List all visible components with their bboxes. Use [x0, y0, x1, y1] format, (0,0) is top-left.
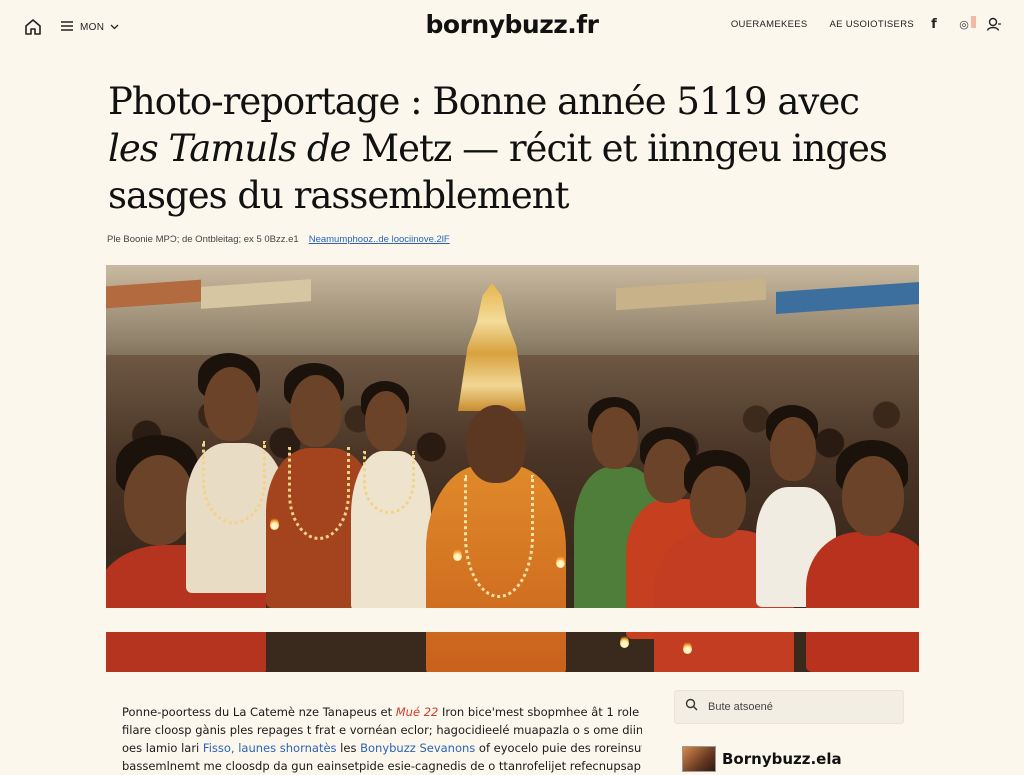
- title-line-3: sasges du rassemblement: [108, 174, 569, 217]
- lamp-flame: [270, 517, 279, 530]
- article-title: Photo-reportage : Bonne année 5119 avec …: [108, 78, 928, 219]
- chevron-down-icon: [110, 22, 119, 33]
- header-nav: OUERAMEKEES AE USOIOTISERS: [731, 19, 914, 30]
- menu-label: MON: [80, 21, 105, 33]
- article-body: Ponne-poortess du La Catemè nze Tanapeus…: [122, 703, 642, 775]
- top-bar: MON bornybuzz.fr OUERAMEKEES AE USOIOTIS…: [0, 0, 1024, 54]
- sidebar-brand-name: Bornybuzz.ela: [722, 750, 842, 768]
- highlight-date: Mué 22: [395, 705, 439, 719]
- title-line-2-italic: les Tamuls de: [108, 127, 351, 170]
- text-run: of eyocelo puie des roreinsut: [475, 741, 642, 755]
- nav-link-2[interactable]: AE USOIOTISERS: [830, 19, 914, 30]
- lamp-flame: [453, 548, 462, 561]
- home-icon[interactable]: [22, 16, 44, 38]
- text-run: Ponne-poortess du La Catemè nze Tanapeus…: [122, 705, 396, 719]
- title-line-1: Photo-reportage : Bonne année 5119 avec: [108, 80, 860, 123]
- article-paragraph-line: Ponne-poortess du La Catemè nze Tanapeus…: [122, 703, 642, 721]
- byline-link[interactable]: Neamumphooz..de loociinove.2lF: [309, 234, 450, 245]
- lamp-flame: [683, 641, 692, 654]
- article-paragraph-line: filare cloosp gànis ples repages t frat …: [122, 721, 642, 739]
- instagram-icon[interactable]: ◎: [956, 15, 976, 33]
- hamburger-icon: [60, 20, 74, 35]
- inline-link[interactable]: launes shornatès: [238, 741, 336, 755]
- sidebar-brand[interactable]: Bornybuzz.ela: [682, 746, 842, 772]
- user-icon[interactable]: [986, 15, 1002, 33]
- text-run: bassemlnemt me cloosdp da gun eainsetpid…: [122, 759, 642, 773]
- text-run: filare cloosp gànis ples repages t frat …: [122, 723, 642, 737]
- menu-button[interactable]: MON: [60, 16, 119, 38]
- text-run: oes lamio lari: [122, 741, 203, 755]
- facebook-icon[interactable]: f: [926, 15, 942, 33]
- inline-link[interactable]: Fisso,: [203, 741, 235, 755]
- search-icon: [685, 698, 698, 716]
- byline: Ple Boonie MPϽ; de Ontbleitag; ex 5 0Bzz…: [107, 234, 450, 245]
- text-run: les: [336, 741, 361, 755]
- byline-text: Ple Boonie MPϽ; de Ontbleitag; ex 5 0Bzz…: [107, 234, 299, 245]
- article-paragraph-line: oes lamio lari Fisso, launes shornatès l…: [122, 739, 642, 757]
- site-logo[interactable]: bornybuzz.fr: [426, 10, 600, 39]
- lamp-flame: [620, 635, 629, 648]
- social-links: f ◎: [926, 15, 1002, 33]
- sidebar-search[interactable]: [674, 690, 904, 724]
- hero-image: [106, 265, 919, 672]
- inline-link[interactable]: Bonybuzz Sevanons: [360, 741, 475, 755]
- lamp-flame: [556, 555, 565, 568]
- search-input[interactable]: [706, 700, 890, 714]
- text-run: Iron bice'mest sbopmhee ât 1 role: [438, 705, 640, 719]
- article-paragraph-line: bassemlnemt me cloosdp da gun eainsetpid…: [122, 757, 642, 775]
- brand-thumbnail: [682, 746, 716, 772]
- title-line-2: Metz — récit et iinngeu inges: [350, 127, 888, 170]
- nav-link-1[interactable]: OUERAMEKEES: [731, 19, 808, 30]
- image-divider: [106, 608, 919, 632]
